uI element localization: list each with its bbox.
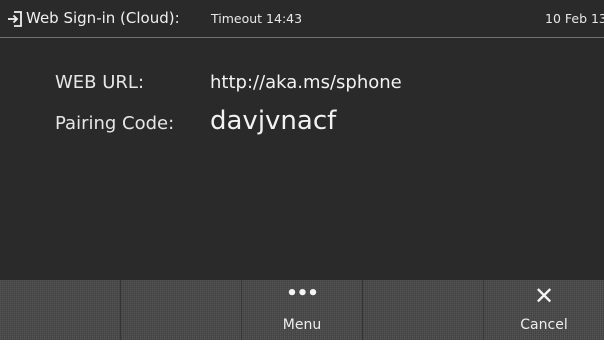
- softkey-1[interactable]: [0, 280, 121, 340]
- sign-in-icon: [8, 11, 22, 27]
- menu-button[interactable]: ••• Menu: [242, 280, 363, 340]
- cancel-label: Cancel: [520, 317, 568, 333]
- menu-label: Menu: [282, 317, 322, 333]
- softkey-2[interactable]: [121, 280, 242, 340]
- date-time: 10 Feb 13:1: [545, 11, 604, 26]
- softkey-4[interactable]: [363, 280, 484, 340]
- more-dots-icon: •••: [286, 283, 319, 304]
- web-url-value: http://aka.ms/sphone: [210, 72, 402, 93]
- phone-screen: Web Sign-in (Cloud): Timeout 14:43 10 Fe…: [0, 0, 604, 340]
- timeout-text: Timeout 14:43: [211, 11, 303, 26]
- cancel-button[interactable]: ✕ Cancel: [484, 280, 604, 340]
- close-icon: ✕: [533, 282, 555, 310]
- screen-title: Web Sign-in (Cloud):: [26, 9, 180, 27]
- pairing-code-label: Pairing Code:: [55, 113, 175, 134]
- web-url-label: WEB URL:: [55, 72, 145, 93]
- status-bar: Web Sign-in (Cloud): Timeout 14:43 10 Fe…: [0, 0, 604, 38]
- pairing-code-value: davjvnacf: [210, 106, 337, 136]
- sign-in-details: WEB URL: http://aka.ms/sphone Pairing Co…: [0, 38, 604, 280]
- softkey-bar: ••• Menu ✕ Cancel: [0, 280, 604, 340]
